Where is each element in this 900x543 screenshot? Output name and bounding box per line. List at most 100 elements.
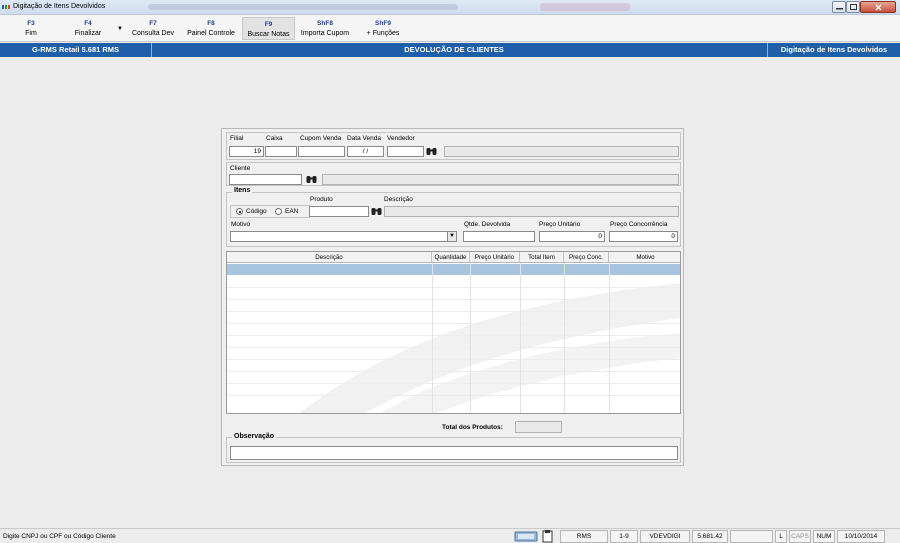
produto-label: Produto [310, 196, 333, 203]
row-divider [227, 359, 680, 360]
itens-group: Itens Código EAN Produto Descrição Motiv… [226, 187, 681, 247]
toolbar-label: Painel Controle [187, 30, 235, 37]
preco-concorrencia-label: Preço Concorrência [610, 221, 668, 228]
module-title: DEVOLUÇÃO DE CLIENTES [404, 45, 504, 54]
itens-grid[interactable]: Descrição Quantidade Preço Unitário Tota… [226, 251, 681, 414]
toolbar-label: Buscar Notas [247, 31, 290, 38]
status-num: NUM [813, 530, 835, 543]
itens-legend: Itens [232, 187, 253, 194]
observacao-input[interactable] [230, 446, 678, 460]
radio-codigo[interactable] [236, 208, 243, 215]
produto-descricao-field [384, 206, 679, 217]
cupom-venda-input[interactable] [298, 146, 345, 157]
blurred-taskbar-text [148, 4, 458, 10]
radio-ean[interactable] [275, 208, 282, 215]
toolbar-key: F9 [264, 21, 273, 28]
status-date: 10/10/2014 [837, 530, 885, 543]
blurred-taskbar-text [540, 3, 630, 11]
column-divider [609, 263, 610, 413]
toolbar-button-finalizar[interactable]: F4 Finalizar [66, 17, 110, 40]
toolbar-button-buscar-notas[interactable]: F9 Buscar Notas [242, 17, 295, 40]
watermark-logo [299, 283, 680, 413]
row-divider [227, 323, 680, 324]
caixa-input[interactable] [265, 146, 297, 157]
toolbar-button-mais-funcoes[interactable]: ShF9 + Funções [360, 17, 406, 40]
status-version: 5.681.42 [692, 530, 728, 543]
vendedor-label: Vendedor [387, 135, 415, 142]
toolbar-key: F3 [27, 20, 35, 27]
title-bar: Digitação de Itens Devolvidos [0, 0, 900, 15]
toolbar-label: Fim [25, 30, 37, 37]
toolbar-key: F7 [149, 20, 157, 27]
toolbar-label: + Funções [366, 30, 400, 37]
filial-input[interactable]: 19 [229, 146, 264, 157]
toolbar-button-importa-cupom[interactable]: ShF8 Importa Cupom [296, 17, 354, 40]
status-bar: Digite CNPJ ou CPF ou Código Cliente RMS… [0, 528, 900, 543]
cliente-input[interactable] [229, 174, 302, 185]
column-descricao[interactable]: Descrição [227, 252, 432, 263]
screen-title: Digitação de Itens Devolvidos [767, 43, 900, 57]
column-total-item[interactable]: Total Item [520, 252, 564, 263]
toolbar-key: ShF9 [375, 20, 391, 27]
column-preco-conc[interactable]: Preço Conc. [564, 252, 609, 263]
codigo-label: Código [246, 208, 267, 215]
binoculars-icon[interactable] [371, 207, 382, 216]
status-caps: CAPS [789, 530, 811, 543]
toolbar-button-painel-controle[interactable]: F8 Painel Controle [183, 17, 239, 40]
column-preco-unitario[interactable]: Preço Unitário [470, 252, 520, 263]
toolbar-key: ShF8 [317, 20, 333, 27]
column-divider [470, 263, 471, 413]
app-icon [2, 5, 10, 9]
caixa-label: Caixa [266, 135, 283, 142]
motivo-select[interactable]: ▼ [230, 231, 457, 242]
cupom-venda-label: Cupom Venda [300, 135, 342, 142]
data-venda-input[interactable]: / / [347, 146, 384, 157]
toolbar-button-consulta-dev[interactable]: F7 Consulta Dev [129, 17, 177, 40]
filial-label: Filial [230, 135, 244, 142]
preco-unitario-label: Preço Unitário [539, 221, 581, 228]
chevron-down-icon[interactable]: ▼ [447, 232, 456, 241]
column-divider [564, 263, 565, 413]
observacao-legend: Observação [232, 433, 277, 440]
toolbar-button-fim[interactable]: F3 Fim [14, 17, 48, 40]
row-divider [227, 299, 680, 300]
vendedor-input[interactable] [387, 146, 424, 157]
table-row-selected[interactable] [227, 264, 680, 275]
module-header: G-RMS Retail 5.681 RMS DEVOLUÇÃO DE CLIE… [0, 43, 900, 57]
close-icon [875, 4, 881, 10]
row-divider [227, 371, 680, 372]
binoculars-icon[interactable] [426, 147, 437, 156]
row-divider [227, 347, 680, 348]
row-divider [227, 311, 680, 312]
cliente-name-field [322, 174, 679, 185]
row-divider [227, 287, 680, 288]
produto-input[interactable] [309, 206, 369, 217]
column-motivo[interactable]: Motivo [609, 252, 680, 263]
qtde-devolvida-input[interactable] [463, 231, 535, 242]
devolucao-form-panel: Filial 19 Caixa Cupom Venda Data Venda /… [221, 128, 684, 466]
column-divider [432, 263, 433, 413]
ean-label: EAN [285, 208, 299, 215]
binoculars-icon[interactable] [306, 175, 317, 184]
minimize-button[interactable] [832, 1, 846, 13]
maximize-button[interactable] [846, 1, 860, 13]
status-program: VDEVDIGI [640, 530, 690, 543]
column-quantidade[interactable]: Quantidade [432, 252, 470, 263]
grid-header: Descrição Quantidade Preço Unitário Tota… [227, 252, 680, 263]
close-button[interactable] [860, 1, 896, 13]
toolbar-label: Consulta Dev [131, 30, 175, 37]
preco-concorrencia-input[interactable]: 0 [609, 231, 678, 242]
toolbar-key: F8 [207, 20, 215, 27]
total-produtos-field [515, 421, 562, 433]
maximize-icon [849, 4, 857, 10]
code-type-radiogroup: Código EAN [230, 205, 310, 218]
row-divider [227, 383, 680, 384]
chevron-down-icon[interactable]: ▼ [117, 26, 123, 32]
descricao-label: Descrição [384, 196, 413, 203]
observacao-group: Observação [226, 433, 681, 463]
total-produtos-label: Total dos Produtos: [442, 424, 503, 431]
vendedor-name-field [444, 146, 679, 157]
column-divider [520, 263, 521, 413]
function-toolbar: F3 Fim F4 Finalizar ▼ F7 Consulta Dev F8… [0, 15, 900, 42]
preco-unitario-input[interactable]: 0 [539, 231, 605, 242]
